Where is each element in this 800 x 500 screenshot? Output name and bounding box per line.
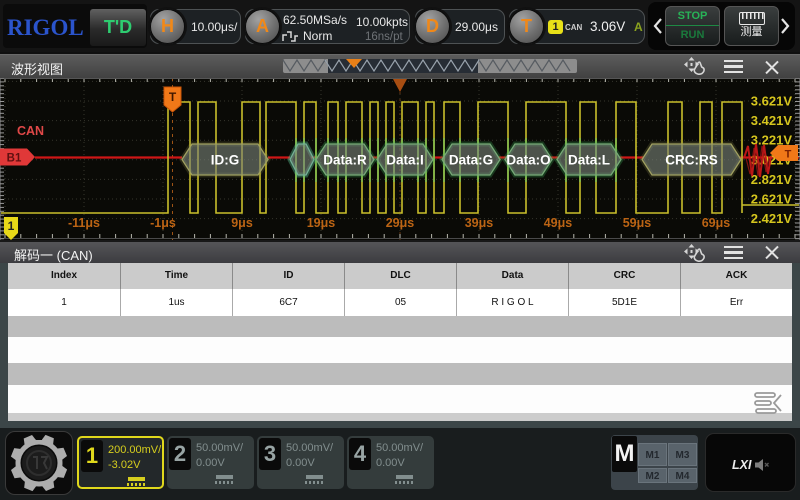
svg-text:1: 1 — [8, 219, 15, 233]
svg-text:2.821V: 2.821V — [751, 172, 793, 187]
svg-text:3.621V: 3.621V — [751, 94, 793, 109]
svg-text:69μs: 69μs — [702, 216, 731, 230]
svg-text:49μs: 49μs — [544, 216, 573, 230]
svg-text:9μs: 9μs — [231, 216, 253, 230]
svg-text:CAN: CAN — [17, 124, 44, 138]
svg-text:B1: B1 — [7, 153, 22, 165]
svg-text:59μs: 59μs — [623, 216, 652, 230]
svg-text:T: T — [785, 149, 792, 161]
svg-text:3.421V: 3.421V — [751, 113, 793, 128]
svg-text:2.421V: 2.421V — [751, 211, 793, 226]
svg-text:T: T — [169, 90, 177, 104]
svg-text:29μs: 29μs — [386, 216, 415, 230]
svg-text:2.621V: 2.621V — [751, 192, 793, 207]
svg-text:19μs: 19μs — [307, 216, 336, 230]
svg-text:Data:L: Data:L — [568, 153, 610, 168]
svg-text:-1μs: -1μs — [150, 216, 176, 230]
svg-text:-11μs: -11μs — [68, 216, 100, 230]
svg-text:Data:G: Data:G — [449, 153, 493, 168]
svg-text:Data:I: Data:I — [386, 153, 424, 168]
svg-text:39μs: 39μs — [465, 216, 494, 230]
svg-text:CRC:RS: CRC:RS — [665, 153, 718, 168]
svg-text:ID:G: ID:G — [211, 153, 240, 168]
svg-text:Data:O: Data:O — [506, 153, 550, 168]
svg-text:Data:R: Data:R — [323, 153, 367, 168]
